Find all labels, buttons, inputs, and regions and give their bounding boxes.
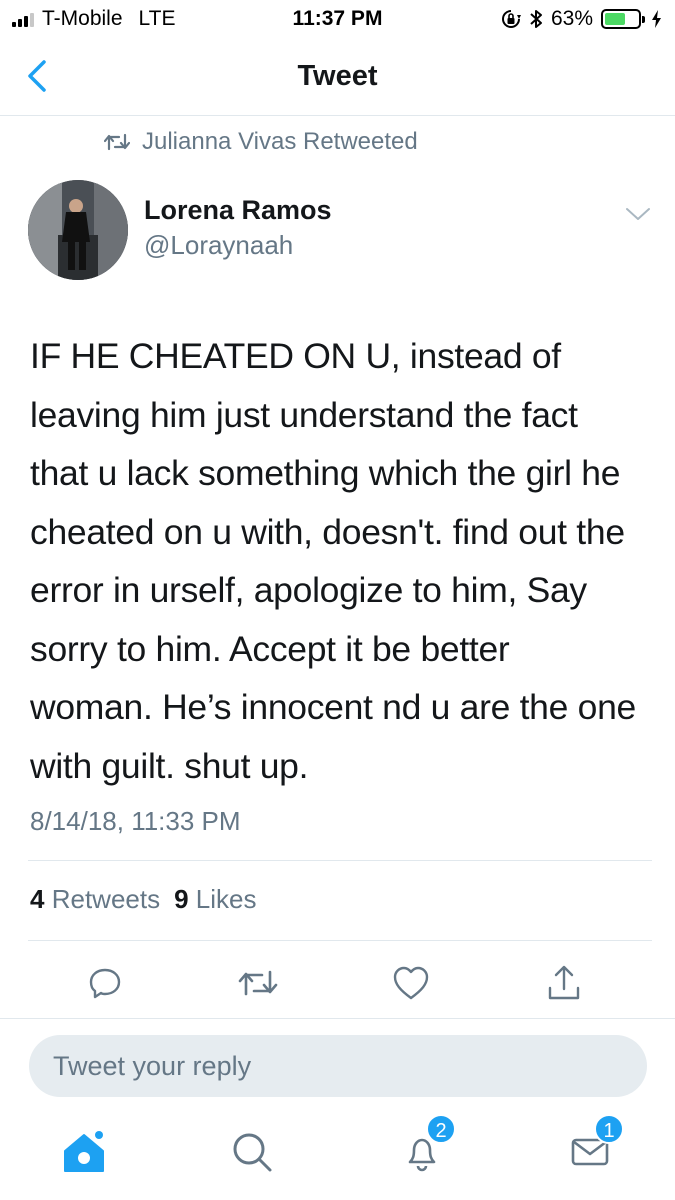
tweet-timestamp: 8/14/18, 11:33 PM <box>30 806 241 836</box>
tweet-actions <box>0 958 675 1008</box>
retweet-icon <box>104 133 130 151</box>
tweet-stats: 4 Retweets 9 Likes <box>30 884 257 915</box>
chevron-down-icon <box>626 208 650 220</box>
retweeted-by-label: Julianna Vivas Retweeted <box>142 128 418 155</box>
share-icon <box>548 965 580 1000</box>
charging-bolt-icon <box>652 10 661 28</box>
avatar[interactable] <box>28 180 128 280</box>
messages-badge: 1 <box>594 1114 624 1144</box>
retweet-button[interactable] <box>233 958 283 1008</box>
tweet-options-button[interactable] <box>622 198 654 230</box>
reply-input[interactable] <box>29 1035 647 1097</box>
divider <box>28 940 652 941</box>
avatar-image <box>28 180 128 280</box>
tab-bar: 2 1 <box>0 1112 675 1200</box>
author-handle[interactable]: @Loraynaah <box>144 230 293 261</box>
retweeted-by[interactable]: Julianna Vivas Retweeted <box>104 128 418 156</box>
tab-home[interactable] <box>54 1122 114 1182</box>
retweets-count: 4 <box>30 884 45 914</box>
reply-bar <box>0 1018 675 1112</box>
tab-search[interactable] <box>222 1122 282 1182</box>
orientation-lock-icon <box>502 10 521 28</box>
reply-button[interactable] <box>80 958 130 1008</box>
home-icon <box>64 1131 104 1172</box>
status-bar: T-Mobile LTE 11:37 PM 63% <box>0 0 675 40</box>
bluetooth-icon <box>530 10 542 28</box>
likes-stat[interactable]: 9 Likes <box>174 884 256 915</box>
battery-fill <box>605 13 626 25</box>
retweets-label: Retweets <box>51 884 161 914</box>
tab-messages[interactable]: 1 <box>560 1114 624 1182</box>
likes-label: Likes <box>195 884 257 914</box>
reply-icon <box>89 968 121 999</box>
tweet-text: IF HE CHEATED ON U, instead of leaving h… <box>30 336 636 786</box>
retweets-stat[interactable]: 4 Retweets <box>30 884 160 915</box>
search-icon <box>233 1133 272 1172</box>
page-title: Tweet <box>297 60 378 92</box>
divider <box>28 860 652 861</box>
author-name[interactable]: Lorena Ramos <box>144 195 332 226</box>
nav-bar: Tweet <box>0 40 675 116</box>
retweet-icon <box>238 970 278 996</box>
notifications-badge: 2 <box>426 1114 456 1144</box>
like-button[interactable] <box>386 958 436 1008</box>
battery-icon <box>601 9 645 29</box>
battery-percent: 63% <box>550 7 593 30</box>
tab-notifications[interactable]: 2 <box>392 1114 456 1182</box>
like-icon <box>393 966 429 1000</box>
status-bar-right: 63% <box>501 7 663 31</box>
likes-count: 9 <box>174 884 189 914</box>
share-button[interactable] <box>539 958 589 1008</box>
